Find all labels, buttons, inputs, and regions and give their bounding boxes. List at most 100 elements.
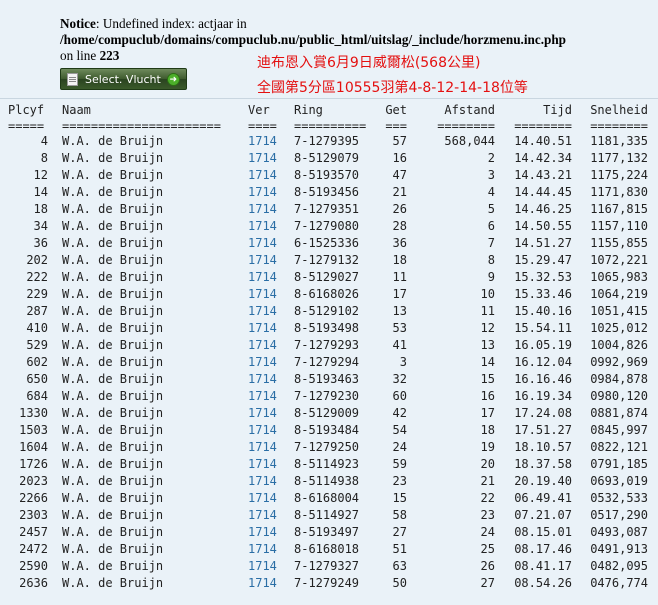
cell-name: W.A. de Bruijn <box>62 474 164 488</box>
cell-name: W.A. de Bruijn <box>62 457 164 471</box>
cell-get: 28 <box>392 219 407 233</box>
cell-ring: 8-5193456 <box>294 185 360 199</box>
cell-ver: 1714 <box>248 321 277 335</box>
table-row: 410 W.A. de Bruijn 1714 8-5193498 53 12 15.54.… <box>0 320 648 337</box>
cell-speed: 1072,221 <box>590 253 648 267</box>
underline-ring: ========== <box>294 119 367 133</box>
cell-speed: 1051,415 <box>590 304 648 318</box>
cell-get: 36 <box>392 236 407 250</box>
cell-ver: 1714 <box>248 151 277 165</box>
cell-place: 222 <box>26 270 48 284</box>
cell-get: 63 <box>392 559 407 573</box>
cell-speed: 0881,874 <box>590 406 648 420</box>
cell-speed: 1157,110 <box>590 219 648 233</box>
cell-ver: 1714 <box>248 576 277 590</box>
notice-path: /home/compuclub/domains/compuclub.nu/pub… <box>60 32 566 47</box>
cell-get: 17 <box>392 287 407 301</box>
cell-speed: 1177,132 <box>590 151 648 165</box>
cell-speed: 0493,087 <box>590 525 648 539</box>
cell-ring: 7-1279132 <box>294 253 360 267</box>
cell-place: 410 <box>26 321 48 335</box>
table-row: 2303 W.A. de Bruijn 1714 8-5114927 58 23 07.21… <box>0 507 648 524</box>
column-header-snelheid: Snelheid <box>590 103 648 117</box>
cell-get: 23 <box>392 474 407 488</box>
underline-naam: ====================== <box>62 119 221 133</box>
cell-ring: 8-5129027 <box>294 270 360 284</box>
cell-place: 1330 <box>19 406 48 420</box>
table-row: 1503 W.A. de Bruijn 1714 8-5193484 54 18 17.51… <box>0 422 648 439</box>
cell-time: 06.49.41 <box>514 491 572 505</box>
cell-get: 51 <box>392 542 407 556</box>
cell-place: 684 <box>26 389 48 403</box>
results-table: Plcyf Naam Ver Ring Get Afstand Tijd Sne… <box>0 102 648 592</box>
cell-distance: 5 <box>487 202 495 216</box>
cell-speed: 0822,121 <box>590 440 648 454</box>
cell-get: 18 <box>392 253 407 267</box>
cell-time: 15.32.53 <box>514 270 572 284</box>
cell-time: 17.24.08 <box>514 406 572 420</box>
cell-time: 08.54.26 <box>514 576 572 590</box>
cell-get: 50 <box>392 576 407 590</box>
column-header-get: Get <box>385 103 407 117</box>
arrow-right-icon: ➜ <box>166 72 180 86</box>
cell-ring: 8-5193498 <box>294 321 360 335</box>
cell-time: 18.37.58 <box>514 457 572 471</box>
cell-name: W.A. de Bruijn <box>62 406 164 420</box>
cell-speed: 0984,878 <box>590 372 648 386</box>
column-header-afstand: Afstand <box>444 103 495 117</box>
select-flight-button[interactable]: Select. Vlucht ➜ <box>60 68 187 90</box>
cell-distance: 3 <box>487 168 495 182</box>
table-row: 1604 W.A. de Bruijn 1714 7-1279250 24 19 18.10… <box>0 439 648 456</box>
table-row: 12 W.A. de Bruijn 1714 8-5193570 47 3 14.43.21… <box>0 167 648 184</box>
cell-distance: 4 <box>487 185 495 199</box>
cell-distance: 2 <box>487 151 495 165</box>
cell-name: W.A. de Bruijn <box>62 270 164 284</box>
cell-name: W.A. de Bruijn <box>62 134 164 148</box>
underline-tijd: ======== <box>514 119 572 133</box>
cell-get: 24 <box>392 440 407 454</box>
header-underline-row: ===== ====================== ==== ======… <box>0 119 648 133</box>
cell-ver: 1714 <box>248 457 277 471</box>
cell-ver: 1714 <box>248 474 277 488</box>
cell-time: 18.10.57 <box>514 440 572 454</box>
cell-name: W.A. de Bruijn <box>62 389 164 403</box>
column-header-tijd: Tijd <box>543 103 572 117</box>
cell-name: W.A. de Bruijn <box>62 151 164 165</box>
cell-speed: 0693,019 <box>590 474 648 488</box>
cell-distance: 23 <box>480 508 495 522</box>
cell-ver: 1714 <box>248 202 277 216</box>
cell-ver: 1714 <box>248 406 277 420</box>
cell-ring: 8-5129079 <box>294 151 360 165</box>
cell-time: 15.29.47 <box>514 253 572 267</box>
cell-distance: 18 <box>480 423 495 437</box>
cell-get: 54 <box>392 423 407 437</box>
notice-message: : Undefined index: actjaar in <box>95 16 247 31</box>
cell-name: W.A. de Bruijn <box>62 440 164 454</box>
cell-ver: 1714 <box>248 372 277 386</box>
cell-speed: 0482,095 <box>590 559 648 573</box>
cell-place: 14 <box>33 185 48 199</box>
cell-name: W.A. de Bruijn <box>62 168 164 182</box>
cell-time: 08.41.17 <box>514 559 572 573</box>
cell-name: W.A. de Bruijn <box>62 423 164 437</box>
cell-place: 8 <box>40 151 48 165</box>
table-row: 222 W.A. de Bruijn 1714 8-5129027 11 9 15.32.5… <box>0 269 648 286</box>
cell-distance: 11 <box>480 304 495 318</box>
cell-speed: 0476,774 <box>590 576 648 590</box>
cell-time: 14.42.34 <box>514 151 572 165</box>
cell-time: 15.54.11 <box>514 321 572 335</box>
notice-line-number: 223 <box>99 48 120 63</box>
table-row: 650 W.A. de Bruijn 1714 8-5193463 32 15 16.16.… <box>0 371 648 388</box>
cell-distance: 6 <box>487 219 495 233</box>
cell-get: 13 <box>392 304 407 318</box>
cell-time: 20.19.40 <box>514 474 572 488</box>
cell-get: 47 <box>392 168 407 182</box>
cell-time: 14.50.55 <box>514 219 572 233</box>
cell-time: 15.33.46 <box>514 287 572 301</box>
table-row: 202 W.A. de Bruijn 1714 7-1279132 18 8 15.29.4… <box>0 252 648 269</box>
cell-get: 27 <box>392 525 407 539</box>
cell-ver: 1714 <box>248 440 277 454</box>
cell-place: 1604 <box>19 440 48 454</box>
cell-ring: 7-1279293 <box>294 338 360 352</box>
cell-distance: 10 <box>480 287 495 301</box>
